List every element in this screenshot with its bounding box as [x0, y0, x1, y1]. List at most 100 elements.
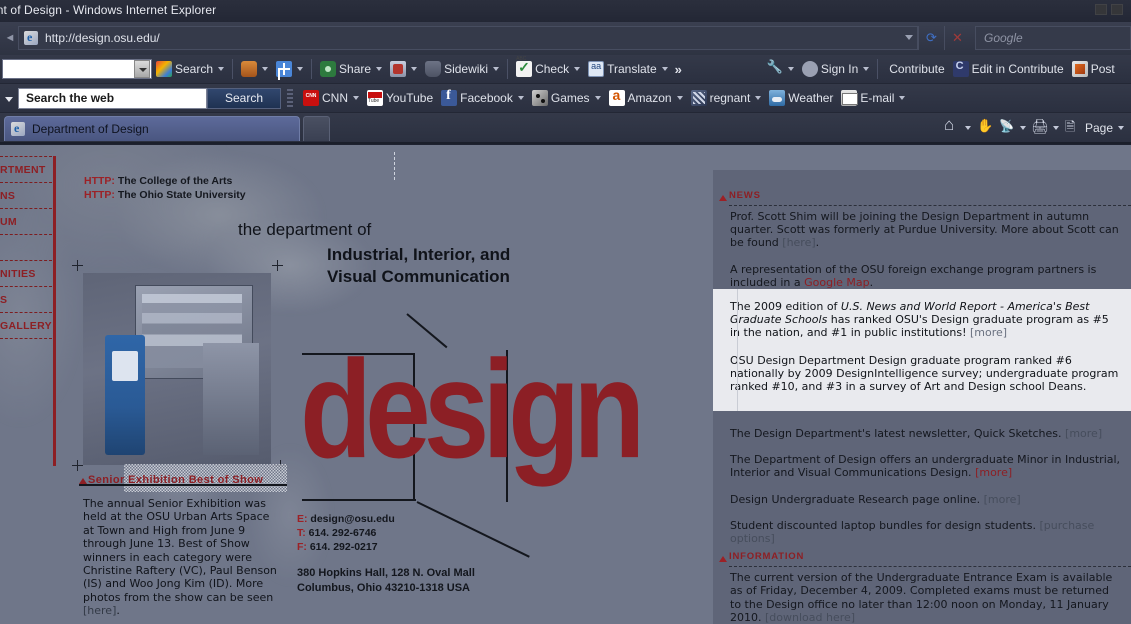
toolbar-grip-handle[interactable]	[287, 89, 293, 107]
chevron-down-icon[interactable]	[411, 67, 418, 71]
cursor-hand-button[interactable]	[974, 118, 996, 136]
chevron-down-icon[interactable]	[297, 67, 304, 71]
refresh-button[interactable]: ⟳	[918, 26, 944, 50]
chevron-down-icon[interactable]	[218, 67, 225, 71]
news-item-more-link[interactable]: [more]	[1065, 427, 1102, 440]
chevron-down-icon[interactable]	[964, 126, 971, 130]
edit-in-contribute-button[interactable]: Edit in Contribute	[949, 55, 1068, 84]
link-cnn[interactable]: CNN	[299, 84, 363, 113]
address-bar[interactable]: http://design.osu.edu/	[18, 26, 918, 50]
chevron-down-icon[interactable]	[661, 67, 668, 71]
web-search-button[interactable]: Search	[207, 87, 281, 109]
home-button[interactable]	[941, 115, 974, 136]
toolbar-share-button[interactable]: Share	[316, 55, 386, 84]
sidebar-item-opportunities[interactable]: NITIES	[0, 261, 56, 286]
sidebar-item-gallery[interactable]: GALLERY	[0, 313, 56, 338]
share-icon	[320, 61, 337, 77]
window-controls[interactable]	[1093, 2, 1127, 18]
google-search-input[interactable]	[2, 59, 152, 79]
address-dropdown-icon[interactable]	[905, 35, 913, 40]
amazon-icon	[608, 87, 625, 106]
chevron-down-icon[interactable]	[262, 67, 269, 71]
link-youtube[interactable]: YouTube	[363, 84, 437, 113]
browser-search-input[interactable]: Google	[975, 26, 1131, 50]
address-line-2: Columbus, Ohio 43210-1318 USA	[297, 582, 470, 594]
chevron-down-icon[interactable]	[594, 96, 601, 100]
chevron-down-icon[interactable]	[787, 67, 794, 71]
web-search-input[interactable]: Search the web	[18, 87, 207, 109]
toolbar-sidewiki-button[interactable]: Sidewiki	[421, 55, 503, 84]
restore-button[interactable]	[1095, 4, 1107, 15]
tab-toolbar: Page	[941, 115, 1127, 141]
post-button[interactable]: Post	[1068, 55, 1119, 84]
sidebar-item-curriculum[interactable]: UM	[0, 209, 56, 234]
chevron-down-icon[interactable]	[574, 67, 581, 71]
web-search-dropdown-icon[interactable]	[0, 87, 18, 109]
link-amazon[interactable]: Amazon	[605, 84, 687, 113]
news-item-more-link[interactable]: [more]	[970, 326, 1007, 339]
toolbar-check-button[interactable]: Check	[512, 55, 584, 84]
youtube-icon	[367, 90, 383, 106]
url-text: http://design.osu.edu/	[45, 31, 160, 45]
chevron-down-icon[interactable]	[899, 96, 906, 100]
new-tab-button[interactable]	[303, 116, 330, 141]
download-here-link[interactable]: [download here]	[765, 611, 855, 624]
chevron-down-icon[interactable]	[376, 67, 383, 71]
news-highlighted-block[interactable]: The 2009 edition of U.S. News and World …	[713, 289, 1131, 411]
link-ohio-state[interactable]: HTTP: The Ohio State University	[84, 188, 246, 202]
toolbar-signin-button[interactable]: Sign In	[798, 55, 873, 84]
toolbar-translate-button[interactable]: Translate	[584, 55, 672, 84]
sidebar-item-admissions[interactable]: NS	[0, 183, 56, 208]
news-item-more-link[interactable]: [more]	[975, 466, 1012, 479]
line-diagonal-bottom	[416, 501, 530, 558]
sidebar-item-department[interactable]: RTMENT	[0, 157, 56, 182]
web-search-label: Search the web	[26, 91, 115, 105]
link-weather[interactable]: Weather	[765, 84, 837, 113]
exhibition-here-link[interactable]: [here]	[83, 604, 116, 617]
google-search-dropdown-icon[interactable]	[134, 60, 150, 78]
photo-panel	[203, 343, 259, 455]
feeds-button[interactable]	[996, 119, 1029, 136]
chevron-down-icon[interactable]	[1052, 126, 1059, 130]
toolbar-bookmark-button[interactable]	[386, 55, 421, 84]
weather-icon	[769, 90, 786, 106]
link-facebook[interactable]: Facebook	[437, 84, 528, 113]
chevron-down-icon[interactable]	[1019, 126, 1026, 130]
chevron-down-icon[interactable]	[353, 96, 359, 100]
close-button[interactable]	[1111, 4, 1123, 15]
translate-icon	[588, 61, 605, 77]
link-college-of-arts[interactable]: HTTP: The College of the Arts	[84, 174, 246, 188]
post-icon	[1071, 61, 1088, 77]
chevron-down-icon[interactable]	[863, 67, 870, 71]
information-section-label: INFORMATION	[729, 551, 805, 563]
sidebar-item-blank[interactable]	[0, 235, 56, 260]
toolbar-wallet-button[interactable]	[237, 55, 272, 84]
email-value[interactable]: design@osu.edu	[308, 513, 394, 525]
link-regnant[interactable]: regnant	[687, 84, 766, 113]
news-item-text: OSU Design Department Design graduate pr…	[730, 353, 1119, 394]
tab-department-of-design[interactable]: Department of Design	[4, 116, 300, 141]
news-item-more-link[interactable]: [more]	[984, 493, 1021, 506]
email-key: E:	[297, 513, 308, 525]
sidebar-item-resources[interactable]: S	[0, 287, 56, 312]
toolbar-add-button[interactable]	[272, 55, 307, 84]
google-map-link[interactable]: Google Map	[804, 276, 870, 289]
search-placeholder: Google	[984, 31, 1023, 45]
stop-button[interactable]: ✕	[944, 26, 970, 50]
link-email[interactable]: E-mail	[837, 84, 909, 113]
chevron-down-icon[interactable]	[676, 96, 683, 100]
wallet-icon	[241, 61, 258, 77]
page-menu-button[interactable]: Page	[1062, 118, 1127, 140]
chevron-down-icon[interactable]	[755, 96, 762, 100]
toolbar-overflow-button[interactable]: »	[675, 62, 682, 77]
toolbar-settings-button[interactable]	[763, 55, 798, 84]
chevron-down-icon[interactable]	[517, 96, 524, 100]
http-prefix: HTTP:	[84, 189, 115, 201]
toolbar-search-button[interactable]: Search	[152, 55, 228, 84]
back-forward-icon[interactable]: ◄	[2, 29, 18, 47]
news-item-link[interactable]: [here]	[782, 236, 815, 249]
chevron-down-icon[interactable]	[493, 67, 500, 71]
print-button[interactable]	[1029, 118, 1062, 136]
chevron-down-icon[interactable]	[1118, 126, 1124, 130]
link-games[interactable]: Games	[528, 84, 605, 113]
